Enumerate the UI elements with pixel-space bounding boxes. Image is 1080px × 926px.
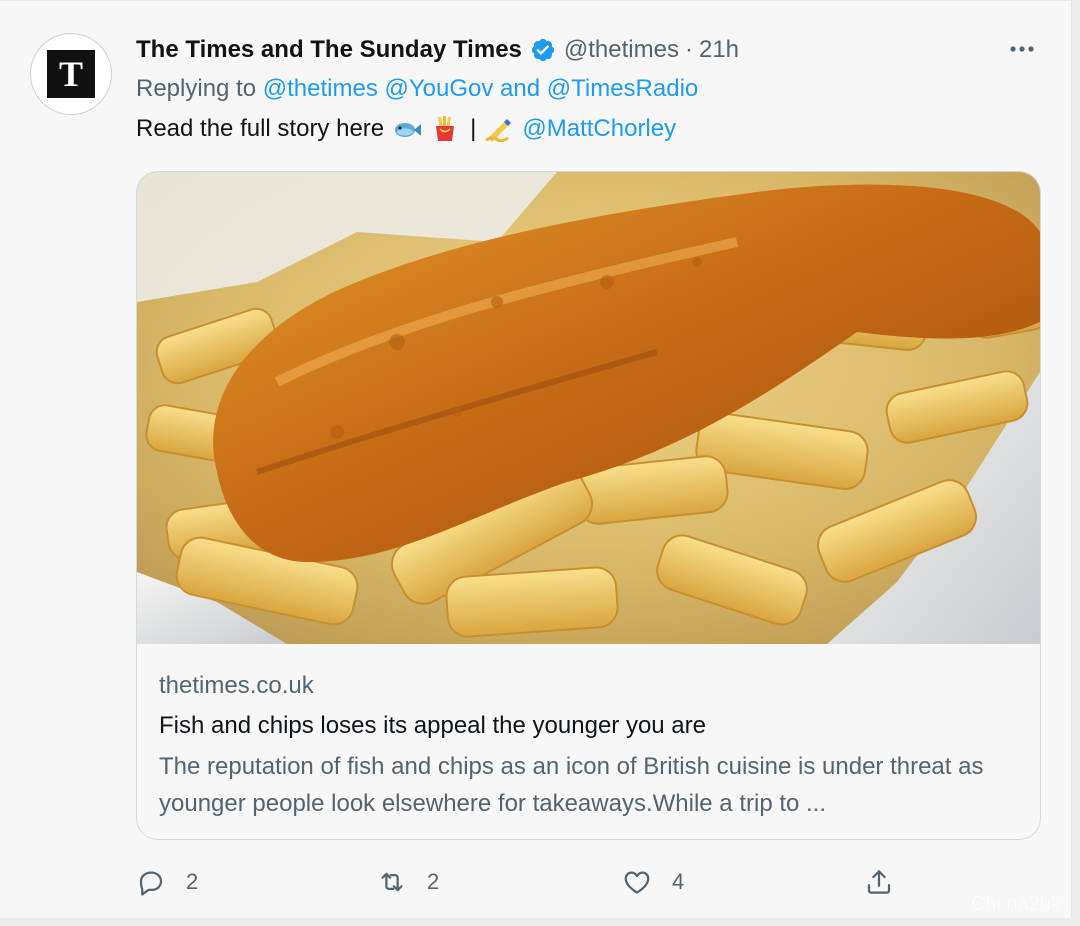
tweet-container[interactable]: T The Times and The Sunday Times @thetim… — [0, 0, 1072, 918]
fish-and-chips-image[interactable] — [137, 172, 1040, 644]
author-handle[interactable]: @thetimes — [564, 36, 679, 64]
fish-emoji-icon — [395, 123, 422, 137]
share-button[interactable] — [864, 863, 894, 901]
replying-mentions[interactable]: @thetimes @YouGov and @TimesRadio — [263, 75, 699, 102]
verified-badge-icon — [531, 38, 554, 62]
tweet-text-lead: Read the full story here — [136, 115, 385, 142]
header-separator: · — [684, 36, 693, 63]
link-card[interactable]: thetimes.co.uk Fish and chips loses its … — [136, 171, 1041, 840]
watermark: Chi na2uk — [970, 893, 1061, 915]
tweet-timestamp[interactable]: 21h — [699, 36, 739, 64]
retweet-button[interactable]: 2 — [377, 863, 439, 901]
share-icon — [867, 870, 891, 894]
retweet-icon — [381, 872, 403, 892]
reply-button[interactable]: 2 — [136, 863, 198, 901]
replying-to: Replying to @thetimes @YouGov and @Times… — [136, 75, 698, 103]
card-domain: thetimes.co.uk — [159, 672, 314, 699]
fries-emoji-icon — [436, 116, 455, 141]
retweet-count: 2 — [427, 869, 440, 894]
reply-icon — [139, 871, 163, 896]
replying-prefix: Replying to — [136, 75, 257, 102]
like-count: 4 — [672, 869, 685, 894]
tweet-actions: 2 2 4 — [0, 863, 1072, 901]
more-dots-icon — [1010, 46, 1034, 52]
card-description: The reputation of fish and chips as an i… — [159, 753, 984, 817]
tweet-text-separator: | — [470, 115, 477, 142]
card-title[interactable]: Fish and chips loses its appeal the youn… — [159, 710, 1018, 742]
author-display-name[interactable]: The Times and The Sunday Times — [136, 36, 522, 64]
tweet-text: Read the full story here | @MattChorley — [136, 115, 676, 143]
like-button[interactable]: 4 — [622, 863, 684, 901]
avatar-logo: T — [47, 50, 95, 98]
mention-link[interactable]: @MattChorley — [522, 115, 676, 143]
reply-count: 2 — [186, 869, 199, 894]
card-body: thetimes.co.uk Fish and chips loses its … — [159, 670, 1018, 822]
author-avatar[interactable]: T — [30, 33, 112, 115]
writing-hand-emoji-icon — [485, 119, 512, 142]
more-options-button[interactable] — [1007, 37, 1037, 61]
tweet-header: The Times and The Sunday Times @thetimes… — [136, 33, 739, 67]
heart-icon — [624, 871, 650, 894]
